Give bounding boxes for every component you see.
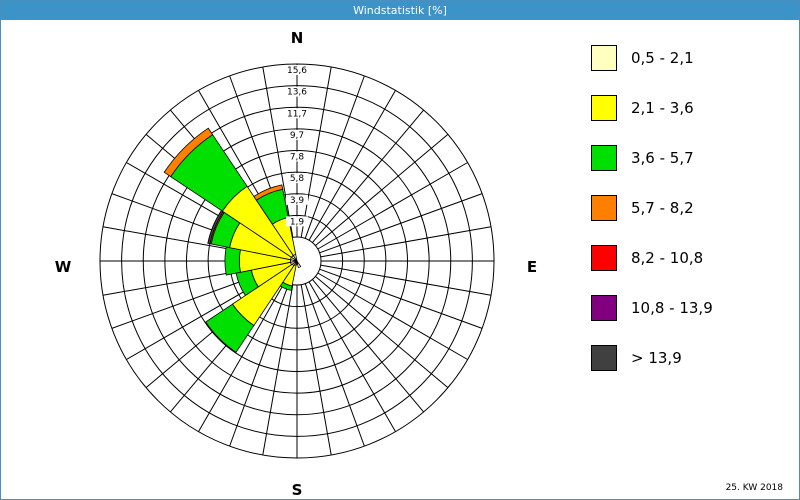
grid-spoke: [300, 284, 332, 456]
legend-label: 10,8 - 13,9: [631, 299, 713, 317]
radial-tick-label: 1,9: [290, 217, 305, 227]
week-label: 25. KW 2018: [725, 483, 783, 493]
grid-spoke: [312, 109, 425, 243]
compass-south-label: S: [292, 481, 303, 499]
grid-spoke: [317, 272, 468, 360]
grid-spoke: [304, 283, 365, 447]
chart-window: Windstatistik [%] 1,9 3,9 5,8 7,8 9,7 11,7 13,…: [0, 0, 800, 500]
legend-color-swatch: [591, 345, 617, 371]
radial-tick-label: 7,8: [290, 153, 305, 163]
radial-tick-label: 5,8: [290, 174, 305, 184]
legend-label: 2,1 - 3,6: [631, 99, 694, 117]
compass-east-label: E: [527, 258, 537, 276]
wind-rose-chart: 1,9 3,9 5,8 7,8 9,7 11,7 13,6 15,6 N E S W: [55, 29, 537, 499]
grid-spoke: [320, 264, 492, 296]
legend-label: 3,6 - 5,7: [631, 149, 694, 167]
compass-west-label: W: [55, 258, 72, 276]
legend-color-swatch: [591, 145, 617, 171]
radial-tick-label: 11,7: [287, 109, 307, 119]
radial-tick-label: 13,6: [287, 88, 307, 98]
wind-bar-segment: [224, 246, 241, 276]
radial-tick-label: 9,7: [290, 131, 304, 141]
grid-spoke: [308, 90, 396, 241]
grid-spoke: [312, 279, 425, 413]
legend-color-swatch: [591, 295, 617, 321]
legend-color-swatch: [591, 195, 617, 221]
legend-label: 5,7 - 8,2: [631, 199, 694, 217]
radial-tick-label: 15,6: [287, 66, 307, 76]
grid-spoke: [315, 133, 449, 246]
grid-spoke: [308, 281, 396, 432]
grid-spoke: [262, 284, 294, 456]
grid-spoke: [320, 226, 492, 258]
grid-spoke: [319, 193, 483, 254]
radial-tick-label: 3,9: [290, 196, 305, 206]
grid-spoke: [317, 162, 468, 250]
grid-spoke: [315, 276, 449, 389]
legend-label: > 13,9: [631, 349, 682, 367]
grid-spoke: [304, 75, 365, 239]
legend-color-swatch: [591, 45, 617, 71]
legend-color-swatch: [591, 95, 617, 121]
wind-bars: [163, 127, 302, 353]
legend-label: 0,5 - 2,1: [631, 49, 694, 67]
window-title: Windstatistik [%]: [1, 1, 799, 20]
legend-color-swatch: [591, 245, 617, 271]
grid-spoke: [319, 268, 483, 329]
compass-north-label: N: [291, 29, 304, 47]
legend-label: 8,2 - 10,8: [631, 249, 704, 267]
